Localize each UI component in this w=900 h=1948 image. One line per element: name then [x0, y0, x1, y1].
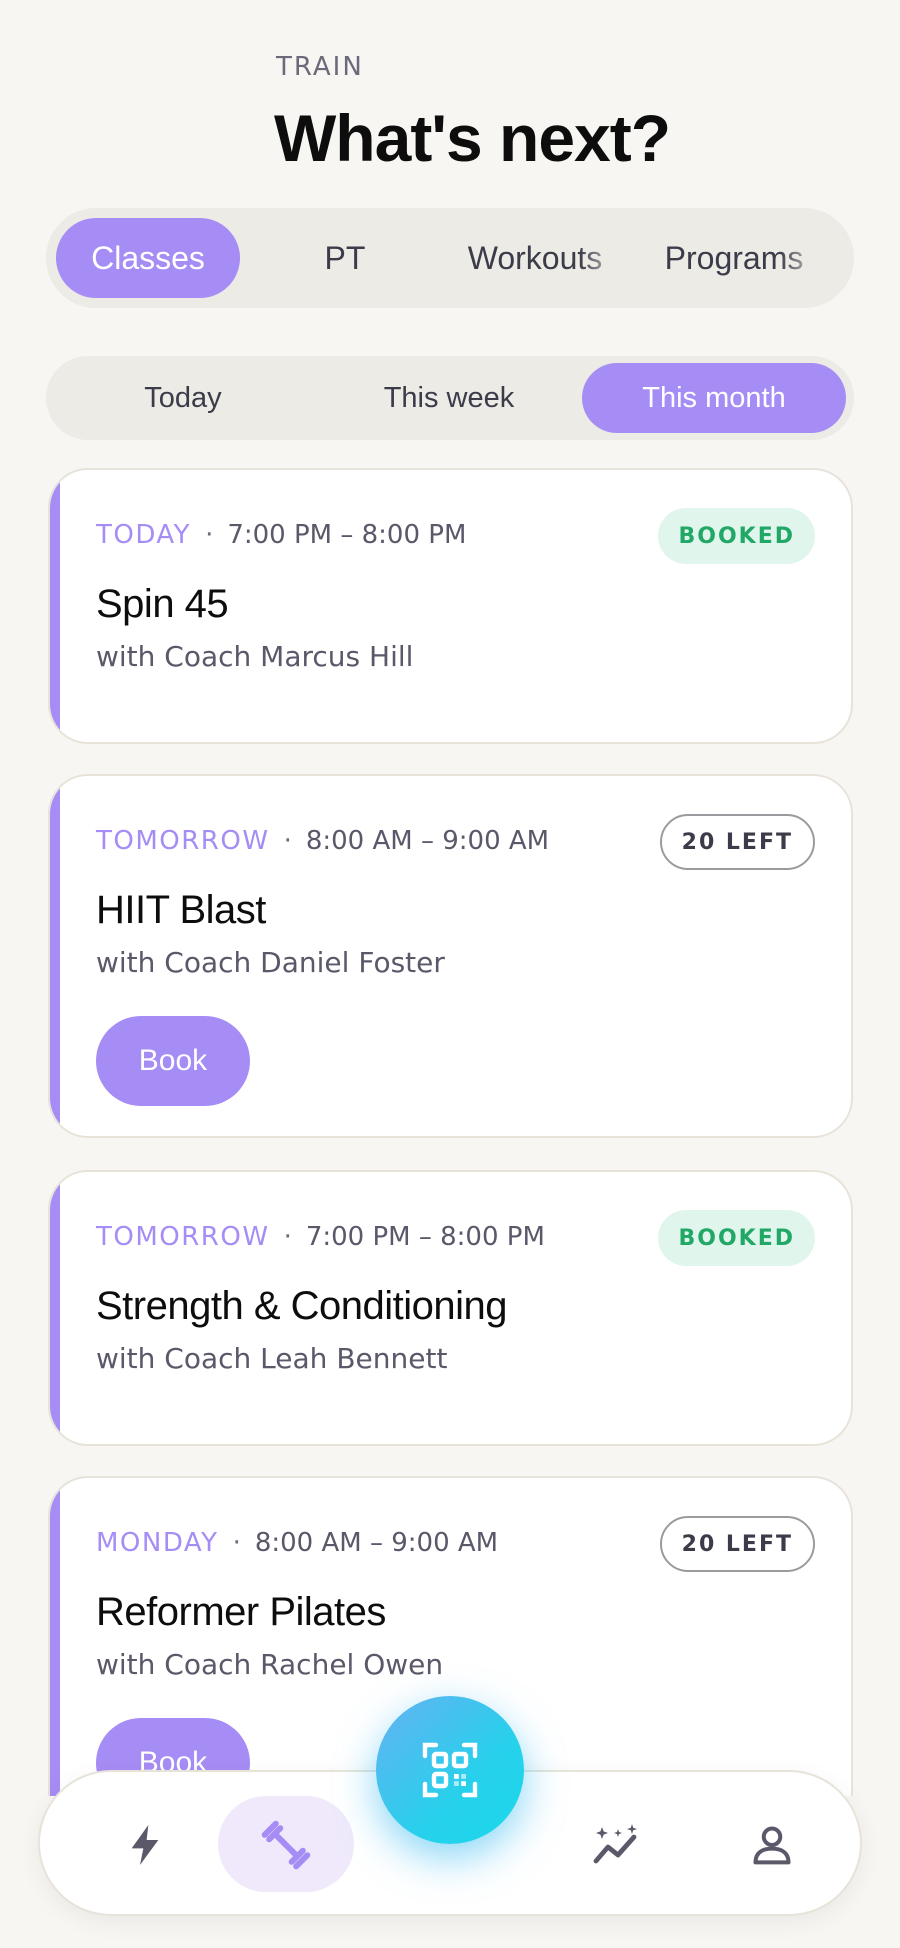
nav-item-profile[interactable]: [712, 1772, 832, 1918]
spots-left-badge: 20 LEFT: [659, 1516, 815, 1572]
nav-item-train[interactable]: [218, 1772, 354, 1918]
separator-dot: ·: [283, 826, 292, 856]
qr-scan-icon: [422, 1742, 478, 1798]
range-tab-bar: Today This week This month: [46, 356, 854, 440]
class-coach: with Coach Leah Bennett: [96, 1342, 448, 1375]
progress-sparkle-icon: [593, 1824, 637, 1864]
tab-pt[interactable]: PT: [260, 218, 430, 298]
class-card[interactable]: TOMORROW · 8:00 AM – 9:00 AM 20 LEFT HIIT …: [48, 774, 853, 1138]
book-button[interactable]: Book: [96, 1016, 250, 1106]
page-eyebrow: TRAIN: [276, 52, 364, 82]
class-time: 8:00 AM – 9:00 AM: [305, 826, 550, 856]
qr-scan-button[interactable]: [376, 1696, 524, 1844]
class-schedule: TODAY · 7:00 PM – 8:00 PM: [96, 520, 466, 550]
status-badge: BOOKED: [658, 1210, 815, 1266]
nav-item-activity[interactable]: [90, 1772, 200, 1918]
class-title: Spin 45: [96, 582, 229, 626]
separator-dot: ·: [205, 520, 214, 550]
tab-programs[interactable]: Programs: [644, 218, 824, 298]
class-card[interactable]: TOMORROW · 7:00 PM – 8:00 PM BOOKED Streng…: [48, 1170, 853, 1446]
separator-dot: ·: [283, 1222, 292, 1252]
class-schedule: MONDAY · 8:00 AM – 9:00 AM: [96, 1528, 498, 1558]
class-time: 7:00 PM – 8:00 PM: [305, 1222, 545, 1252]
range-today[interactable]: Today: [52, 363, 314, 433]
class-title: HIIT Blast: [96, 888, 266, 932]
tab-workouts[interactable]: Workouts: [446, 218, 624, 298]
class-coach: with Coach Rachel Owen: [96, 1648, 444, 1681]
class-schedule: TOMORROW · 8:00 AM – 9:00 AM: [96, 826, 549, 856]
tab-classes[interactable]: Classes: [56, 218, 240, 298]
class-coach: with Coach Marcus Hill: [96, 640, 414, 673]
class-time: 8:00 AM – 9:00 AM: [254, 1528, 499, 1558]
spots-left-badge: 20 LEFT: [659, 814, 815, 870]
dumbbell-icon: [261, 1820, 311, 1870]
class-title: Strength & Conditioning: [96, 1284, 508, 1328]
main-tab-bar: Classes PT Workouts Programs: [46, 208, 854, 308]
separator-dot: ·: [232, 1528, 241, 1558]
nav-item-progress[interactable]: [558, 1772, 678, 1918]
class-schedule: TOMORROW · 7:00 PM – 8:00 PM: [96, 1222, 545, 1252]
class-day: TOMORROW: [96, 1222, 270, 1252]
page-title: What's next?: [274, 101, 671, 175]
class-coach: with Coach Daniel Foster: [96, 946, 445, 979]
class-day: MONDAY: [96, 1528, 219, 1558]
class-day: TODAY: [96, 520, 192, 550]
lightning-icon: [131, 1825, 159, 1865]
status-badge: BOOKED: [658, 508, 815, 564]
class-day: TOMORROW: [96, 826, 270, 856]
class-title: Reformer Pilates: [96, 1590, 386, 1634]
class-card[interactable]: TODAY · 7:00 PM – 8:00 PM BOOKED Spin 45 w…: [48, 468, 853, 744]
profile-icon: [753, 1826, 791, 1865]
range-this-month[interactable]: This month: [582, 363, 846, 433]
range-this-week[interactable]: This week: [318, 363, 580, 433]
class-time: 7:00 PM – 8:00 PM: [227, 520, 467, 550]
